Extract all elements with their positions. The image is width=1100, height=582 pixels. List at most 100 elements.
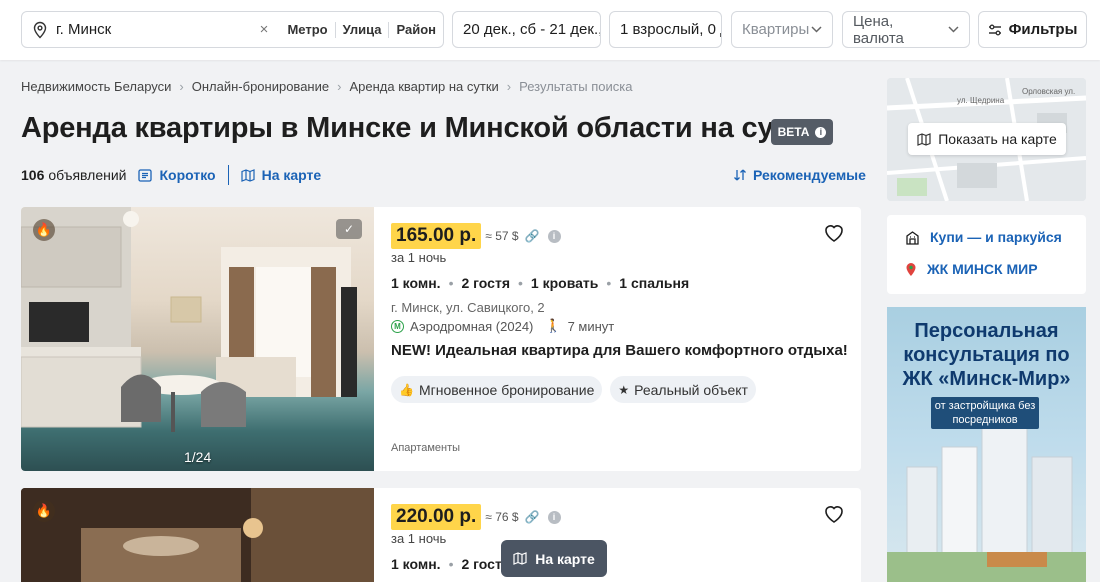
results-count-label: объявлений: [48, 167, 127, 183]
breadcrumb-item[interactable]: Онлайн-бронирование: [192, 79, 329, 94]
spec-guests: 2 гостя: [461, 275, 510, 291]
metro-info: M Аэродромная (2024) 🚶 7 минут: [391, 318, 614, 334]
beta-label: BETA: [777, 125, 810, 139]
map-icon: [513, 552, 527, 565]
sliders-icon: [988, 24, 1001, 35]
short-view-link[interactable]: Коротко: [138, 167, 216, 183]
listing-info: 220.00 р. ≈ 76 $ 🔗 i за 1 ночь 1 комн. •…: [391, 488, 861, 582]
listing-card[interactable]: 🔥 ✓ 1/24 165.00 р. ≈ 57 $ 🔗 i за 1 ночь …: [21, 207, 861, 471]
guests-field[interactable]: 1 взрослый, 0 детей: [609, 11, 722, 48]
spec-rooms: 1 комн.: [391, 275, 441, 291]
search-bar: г. Минск × Метро Улица Район 20 дек., сб…: [0, 0, 1100, 60]
street-button[interactable]: Улица: [334, 21, 389, 38]
chevron-right-icon: ›: [506, 79, 512, 94]
info-icon[interactable]: i: [547, 229, 561, 243]
breadcrumb-current: Результаты поиска: [519, 79, 633, 94]
price-select[interactable]: Цена, валюта: [842, 11, 970, 48]
location-field[interactable]: г. Минск × Метро Улица Район: [21, 11, 444, 48]
divider: [227, 165, 229, 185]
breadcrumb-item[interactable]: Аренда квартир на сутки: [349, 79, 498, 94]
promo-link-parking[interactable]: Купи — и паркуйся: [905, 229, 1062, 245]
filters-button[interactable]: Фильтры: [978, 11, 1087, 48]
property-type-value: Квартиры: [742, 21, 810, 38]
page-title: Аренда квартиры в Минске и Минской облас…: [21, 112, 820, 144]
listing-title[interactable]: NEW! Идеальная квартира для Вашего комфо…: [391, 342, 848, 359]
listing-specs: 1 комн. • 2 гостя • 1 кровать • 1 спальн…: [391, 275, 689, 291]
floating-map-label: На карте: [535, 550, 595, 567]
listing-photo[interactable]: 🔥: [21, 488, 374, 582]
map-view-label: На карте: [261, 167, 322, 183]
price-usd: ≈ 57 $: [485, 229, 519, 243]
floating-map-button[interactable]: На карте: [501, 540, 607, 577]
spec-beds: 1 кровать: [530, 275, 599, 291]
listing-info: 165.00 р. ≈ 57 $ 🔗 i за 1 ночь 1 комн. •…: [391, 207, 861, 471]
chevron-right-icon: ›: [179, 79, 184, 94]
dates-value: 20 дек., сб - 21 дек., вс: [463, 21, 601, 38]
map-view-link[interactable]: На карте: [240, 167, 322, 183]
dates-field[interactable]: 20 дек., сб - 21 дек., вс: [452, 11, 601, 48]
chevron-down-icon: [948, 26, 959, 33]
info-icon[interactable]: i: [547, 510, 561, 524]
district-button[interactable]: Район: [388, 21, 443, 38]
heart-icon[interactable]: [823, 504, 845, 524]
metro-icon: M: [391, 319, 404, 333]
ad-heading: Персональная консультация по ЖК «Минск-М…: [902, 320, 1071, 390]
location-value: г. Минск: [56, 21, 112, 38]
street-label: ул. Щедрина: [957, 96, 1005, 105]
ad-subheading: от застройщика без посредников: [931, 397, 1039, 429]
beta-badge[interactable]: BETA i: [771, 119, 833, 145]
sort-icon: [734, 169, 746, 181]
spec-rooms: 1 комн.: [391, 556, 441, 572]
list-icon: [138, 168, 153, 182]
results-count: 106: [21, 167, 45, 183]
listing-tags: 👍 Мгновенное бронирование ★ Реальный объек…: [391, 376, 756, 403]
price-block: 220.00 р. ≈ 76 $ 🔗 i: [391, 504, 561, 530]
property-kind: Апартаменты: [391, 442, 461, 454]
short-view-label: Коротко: [159, 167, 216, 183]
promo-link-complex[interactable]: ЖК МИНСК МИР: [905, 261, 1038, 277]
price-usd: ≈ 76 $: [485, 510, 519, 524]
checkmark-icon[interactable]: ✓: [336, 219, 362, 239]
bedroom-photo-illustration: [21, 488, 374, 582]
link-icon: 🔗: [524, 510, 540, 524]
listing-card[interactable]: 🔥 220.00 р. ≈ 76 $ 🔗 i за 1 ночь 1 комн.…: [21, 488, 861, 582]
separator-dot: •: [606, 275, 612, 291]
price-block: 165.00 р. ≈ 57 $ 🔗 i: [391, 223, 561, 249]
property-type-select[interactable]: Квартиры: [731, 11, 833, 48]
sort-select[interactable]: Рекомендуемые: [733, 165, 866, 185]
guests-value: 1 взрослый, 0 детей: [620, 21, 721, 38]
walk-time: 7 минут: [567, 318, 615, 334]
verified-object-tag: ★ Реальный объект: [610, 376, 756, 403]
filters-label: Фильтры: [1008, 21, 1078, 38]
tag-label: Реальный объект: [634, 381, 748, 398]
thumbs-up-icon: 👍: [399, 382, 414, 397]
show-on-map-button[interactable]: Показать на карте: [908, 123, 1066, 155]
breadcrumb-item[interactable]: Недвижимость Беларуси: [21, 79, 171, 94]
promo-label: Купи — и паркуйся: [930, 229, 1062, 245]
fire-icon: 🔥: [33, 219, 55, 241]
photo-counter: 1/24: [184, 449, 212, 465]
location-pin-icon: [906, 262, 916, 276]
separator-dot: •: [518, 275, 523, 291]
tag-label: Мгновенное бронирование: [418, 381, 595, 398]
map-icon: [917, 132, 931, 146]
breadcrumb: Недвижимость Беларуси › Онлайн-бронирова…: [21, 79, 632, 94]
per-night-label: за 1 ночь: [391, 531, 447, 546]
street-label: Орловская ул.: [1022, 87, 1075, 96]
walking-person-icon: 🚶: [545, 318, 562, 333]
separator-dot: •: [448, 556, 454, 572]
metro-button[interactable]: Метро: [280, 22, 334, 38]
separator-dot: •: [448, 275, 454, 291]
location-pin-icon: [33, 21, 47, 38]
heart-icon[interactable]: [823, 223, 845, 243]
per-night-label: за 1 ночь: [391, 250, 447, 265]
clear-location-icon[interactable]: ×: [260, 21, 269, 38]
chevron-right-icon: ›: [337, 79, 342, 94]
listing-photo[interactable]: 🔥 ✓ 1/24: [21, 207, 374, 471]
instant-booking-tag: 👍 Мгновенное бронирование: [391, 376, 603, 403]
mini-map[interactable]: ул. Щедрина Орловская ул. Показать на ка…: [887, 78, 1086, 201]
ad-banner[interactable]: Персональная консультация по ЖК «Минск-М…: [887, 307, 1086, 582]
listing-specs: 1 комн. • 2 гостя: [391, 556, 510, 572]
promo-label: ЖК МИНСК МИР: [927, 261, 1038, 277]
link-icon: 🔗: [524, 229, 540, 243]
